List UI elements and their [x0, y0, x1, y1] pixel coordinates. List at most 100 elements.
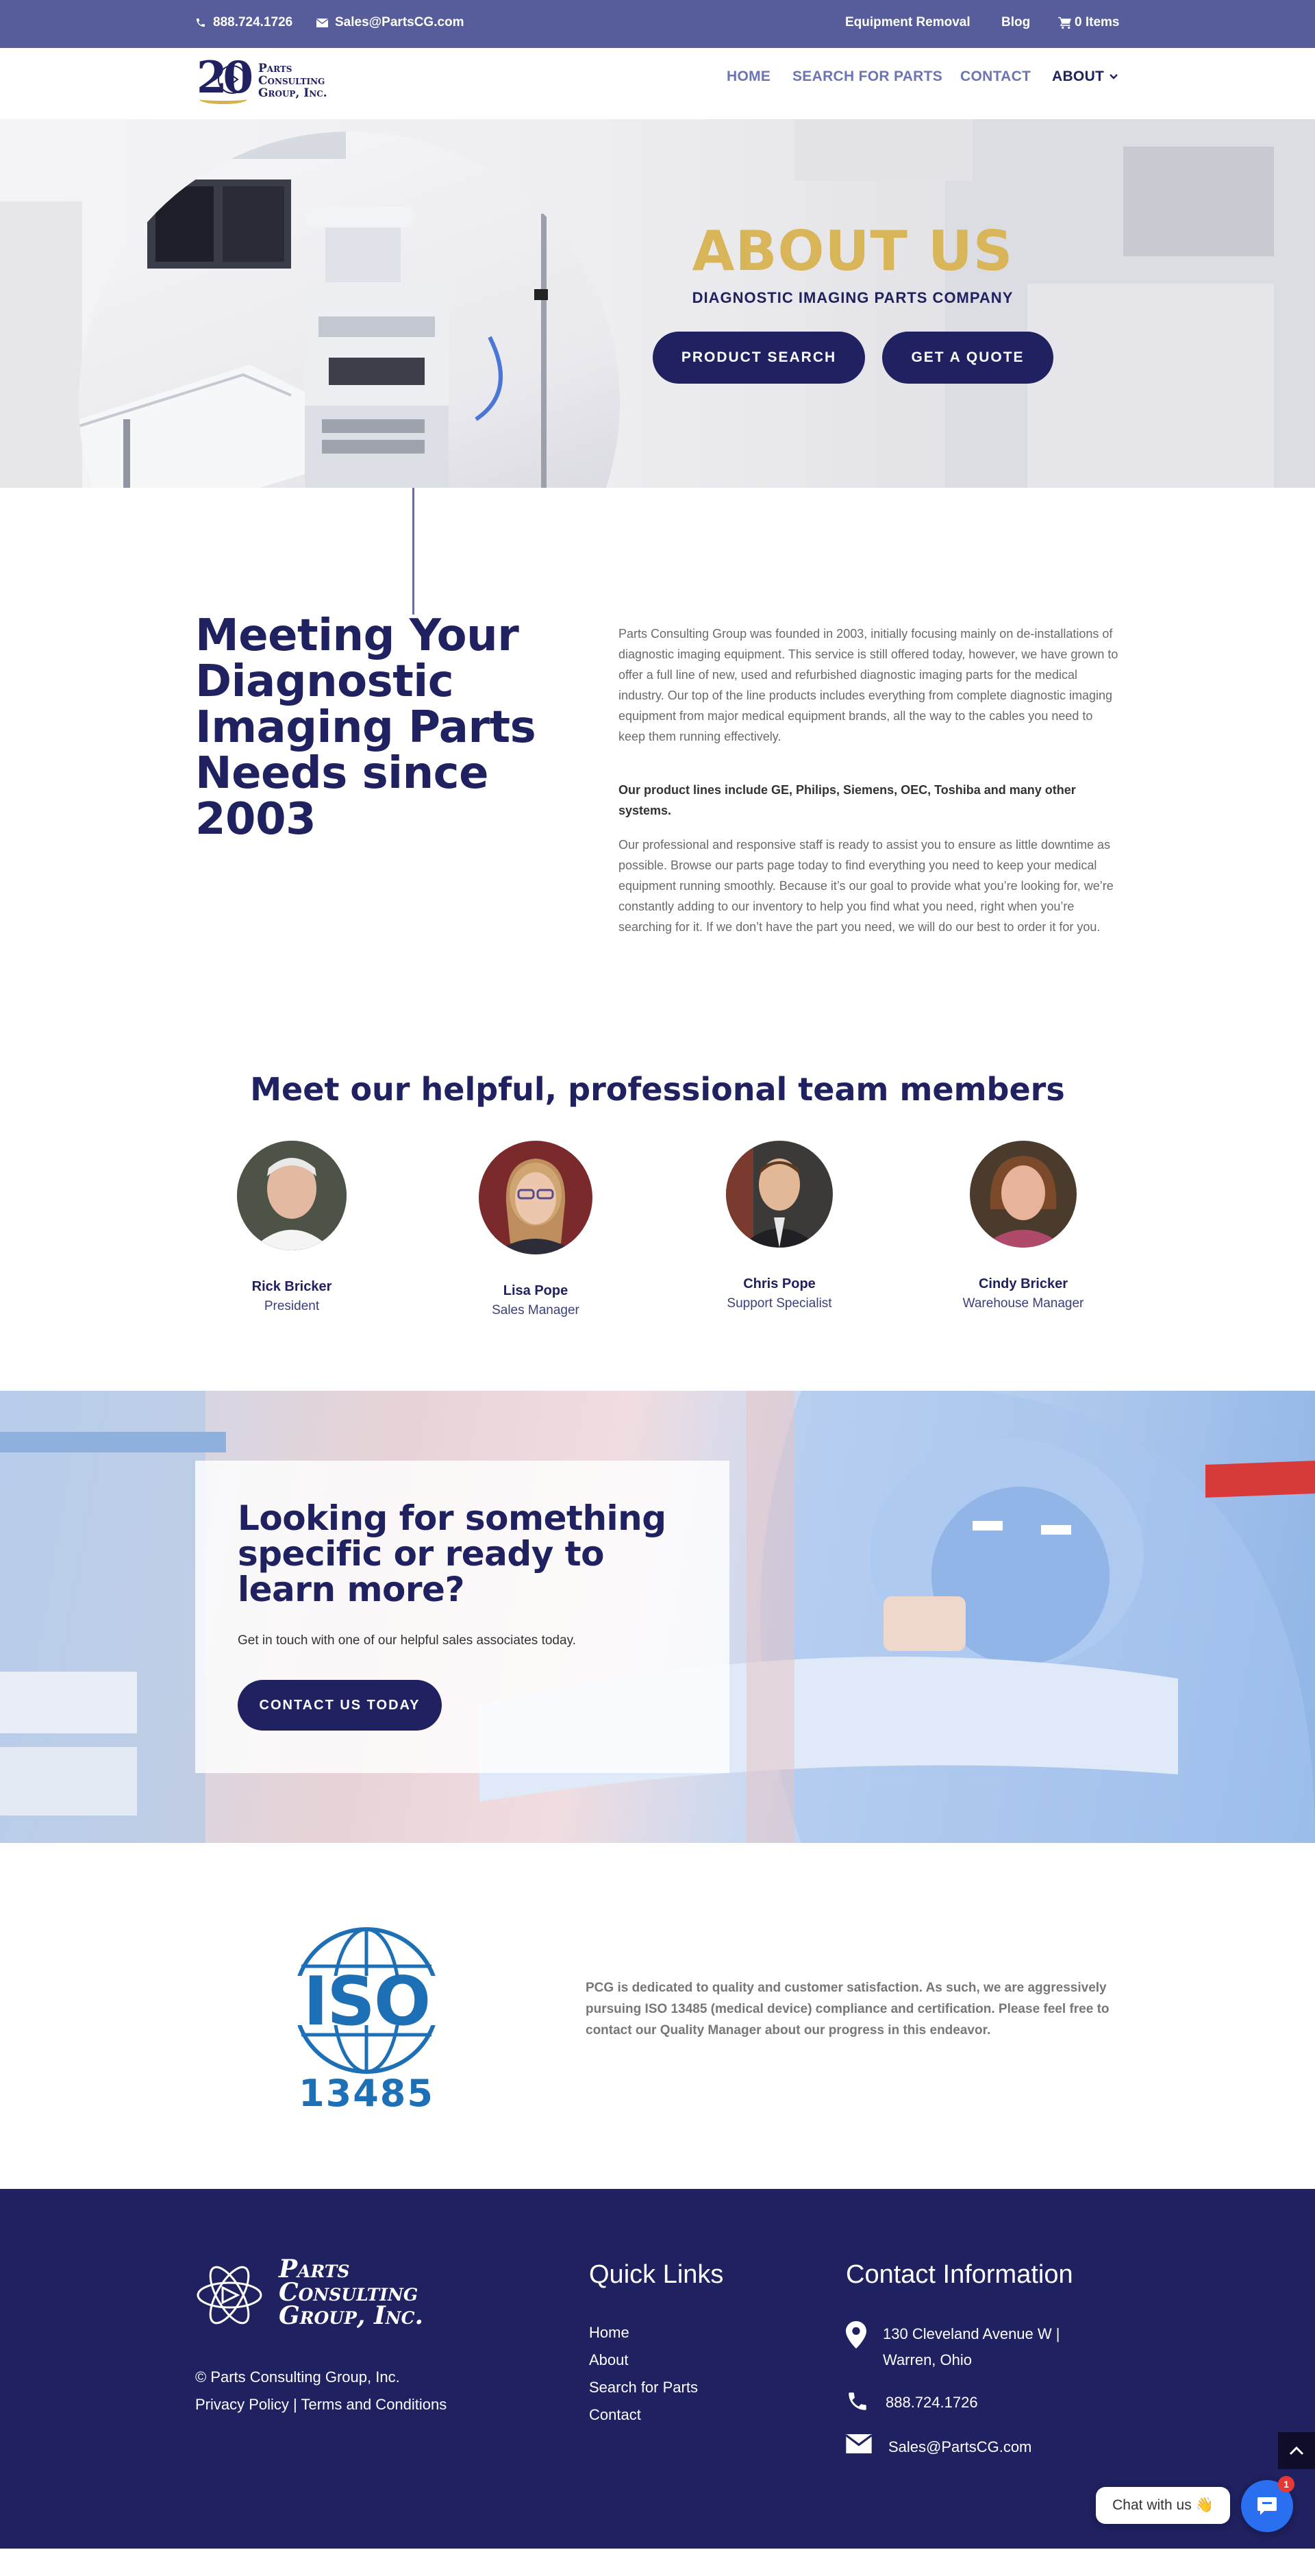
team-member-card: Lisa Pope Sales Manager [447, 1141, 625, 1318]
logo-line: Parts [258, 62, 292, 75]
chat-bubble-icon [1257, 2497, 1277, 2515]
footer-logo-line: Group, Inc. [279, 2301, 424, 2330]
terms-link[interactable]: Terms and Conditions [301, 2396, 447, 2413]
topbar-link-label: Blog [1001, 15, 1031, 29]
nav-search-link[interactable]: SEARCH FOR PARTS [792, 69, 942, 85]
nav-home[interactable]: HOME [727, 69, 771, 85]
team-member-role: Warehouse Manager [962, 1296, 1084, 1311]
chat-unread-badge: 1 [1278, 2476, 1294, 2492]
footer-legal: © Parts Consulting Group, Inc. Privacy P… [195, 2364, 447, 2418]
team-member-photo [726, 1141, 833, 1248]
envelope-icon [846, 2434, 872, 2453]
logo-line: Group, Inc. [258, 86, 327, 100]
nav-about[interactable]: ABOUT [1052, 69, 1118, 85]
product-search-button[interactable]: PRODUCT SEARCH [653, 332, 865, 384]
chevron-up-icon [1289, 2446, 1304, 2455]
team-member-name: Chris Pope [743, 1276, 816, 1291]
quick-link-contact[interactable]: Contact [589, 2401, 698, 2429]
privacy-policy-link[interactable]: Privacy Policy [195, 2396, 289, 2413]
person-portrait-image [479, 1141, 592, 1254]
contact-cta-section: Looking for something specific or ready … [0, 1391, 1315, 1843]
topbar-email-text: Sales@PartsCG.com [335, 15, 464, 29]
logo-line: Consulting [258, 74, 325, 88]
page-bottom-strip [0, 2549, 1315, 2576]
logo-text: Parts Consulting Group, Inc. [258, 62, 327, 99]
get-a-quote-button[interactable]: GET A QUOTE [882, 332, 1053, 384]
footer-logo-line: Parts [279, 2255, 350, 2283]
cart-icon [1058, 16, 1071, 29]
nav-contact-link[interactable]: CONTACT [960, 69, 1031, 85]
nav-contact[interactable]: CONTACT [960, 69, 1031, 85]
logo-swoosh [199, 95, 247, 104]
hero-subtitle: DIAGNOSTIC IMAGING PARTS COMPANY [692, 289, 1014, 306]
site-header: 20 Parts Consulting Group, Inc. HOME SEA… [0, 48, 1315, 119]
iso-13485-logo: ISO 13485 [281, 1925, 452, 2117]
team-member-role: President [264, 1299, 320, 1313]
team-member-name: Cindy Bricker [978, 1276, 1068, 1291]
nav-about-link[interactable]: ABOUT [1052, 69, 1104, 85]
cta-content-box: Looking for something specific or ready … [195, 1461, 729, 1773]
quick-link-home[interactable]: Home [589, 2319, 698, 2346]
footer-logo[interactable]: Parts Consulting Group, Inc. [195, 2257, 469, 2333]
team-member-photo [237, 1141, 347, 1250]
iso-logo-text: ISO [303, 1963, 431, 2041]
team-heading: Meet our helpful, professional team memb… [250, 1071, 1065, 1108]
address-line-2: Warren, Ohio [883, 2351, 973, 2368]
contact-us-today-button[interactable]: CONTACT US TODAY [238, 1680, 442, 1731]
topbar-link-equipment-removal[interactable]: Equipment Removal [845, 15, 970, 30]
iso-logo-number: 13485 [299, 2072, 434, 2115]
footer-phone[interactable]: 888.724.1726 [846, 2390, 978, 2416]
footer-logo-line: Consulting [279, 2278, 418, 2307]
person-portrait-image [970, 1141, 1077, 1248]
team-member-role: Support Specialist [727, 1296, 832, 1311]
quick-link-about[interactable]: About [589, 2346, 698, 2374]
footer-email[interactable]: Sales@PartsCG.com [846, 2434, 1031, 2460]
top-bar: 888.724.1726 Sales@PartsCG.com Equipment… [0, 0, 1315, 48]
team-member-card: Rick Bricker President [203, 1141, 381, 1314]
team-member-name: Rick Bricker [251, 1279, 332, 1294]
nav-home-link[interactable]: HOME [727, 69, 771, 85]
atom-logo-icon [197, 2266, 262, 2325]
topbar-email[interactable]: Sales@PartsCG.com [316, 15, 464, 30]
section-divider-line [412, 488, 414, 615]
topbar-link-label: Equipment Removal [845, 15, 970, 29]
contact-info-title: Contact Information [846, 2260, 1073, 2289]
topbar-phone[interactable]: 888.724.1726 [195, 15, 292, 30]
team-member-card: Chris Pope Support Specialist [690, 1141, 868, 1311]
topbar-phone-text: 888.724.1726 [213, 15, 293, 29]
chat-prompt-bubble[interactable]: Chat with us 👋 [1096, 2487, 1230, 2524]
quick-links-list: Home About Search for Parts Contact [589, 2319, 698, 2429]
iso-description: PCG is dedicated to quality and customer… [586, 1981, 1110, 2038]
cta-heading: Looking for something specific or ready … [238, 1498, 666, 1609]
chevron-down-icon [1110, 74, 1118, 79]
nav-search-for-parts[interactable]: SEARCH FOR PARTS [792, 69, 942, 85]
scroll-to-top-button[interactable] [1278, 2432, 1315, 2469]
team-member-role: Sales Manager [492, 1303, 579, 1317]
quick-link-search-for-parts[interactable]: Search for Parts [589, 2374, 698, 2401]
team-member-photo [970, 1141, 1077, 1248]
team-member-photo [479, 1141, 592, 1254]
address-line-1: 130 Cleveland Avenue W | [883, 2325, 1060, 2342]
hero-title: ABOUT US [692, 219, 1014, 283]
phone-icon [197, 18, 205, 27]
quick-links-title: Quick Links [589, 2260, 724, 2289]
cart-count: 0 Items [1075, 15, 1120, 29]
cta-text: Get in touch with one of our helpful sal… [238, 1633, 576, 1648]
phone-icon [849, 2392, 866, 2410]
about-paragraph-product-lines: Our product lines include GE, Philips, S… [618, 783, 1076, 817]
person-portrait-image [237, 1141, 347, 1250]
about-paragraph-history: Parts Consulting Group was founded in 20… [618, 627, 1118, 743]
site-logo[interactable]: 20 Parts Consulting Group, Inc. [197, 53, 361, 108]
about-paragraph-staff: Our professional and responsive staff is… [618, 838, 1114, 934]
separator: | [293, 2396, 301, 2413]
anniversary-logo-mark: 20 [197, 53, 253, 108]
footer-phone-text: 888.724.1726 [886, 2394, 978, 2411]
chat-prompt-text: Chat with us [1112, 2497, 1192, 2513]
footer-address: 130 Cleveland Avenue W | Warren, Ohio [846, 2321, 1060, 2373]
topbar-cart[interactable]: 0 Items [1058, 15, 1119, 30]
topbar-link-blog[interactable]: Blog [1001, 15, 1030, 30]
logo-atom-icon [218, 65, 247, 94]
hero-banner: ABOUT US DIAGNOSTIC IMAGING PARTS COMPAN… [0, 119, 1315, 488]
team-member-name: Lisa Pope [503, 1283, 568, 1298]
envelope-icon [316, 18, 328, 27]
